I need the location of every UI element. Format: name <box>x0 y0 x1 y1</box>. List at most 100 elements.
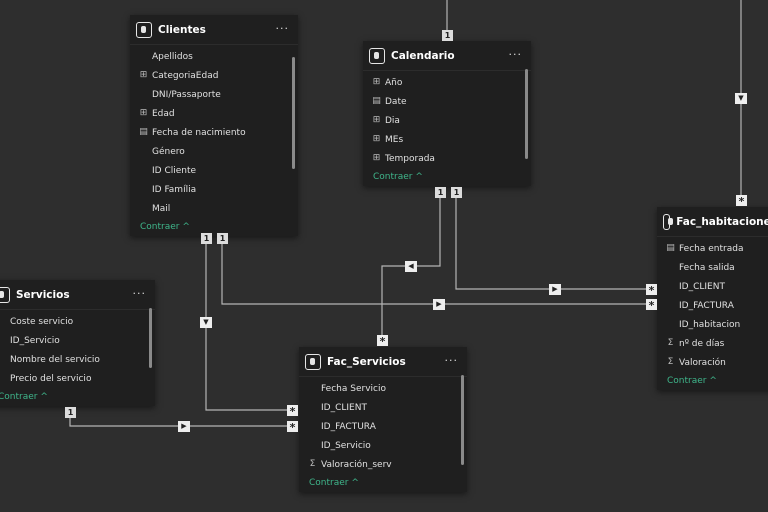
more-options-button[interactable]: ··· <box>276 22 290 35</box>
field-name: Date <box>385 96 407 107</box>
field-row[interactable]: ⊞ Temporada <box>363 149 531 168</box>
table-card-servicios[interactable]: Servicios ··· Coste servicio ID_Servicio Nom… <box>0 280 155 406</box>
more-options-button[interactable]: ··· <box>133 287 147 300</box>
field-row[interactable]: Σ Valoración_serv <box>299 455 467 474</box>
cardinality-many: * <box>287 421 298 434</box>
collapse-button[interactable]: Contraer ^ <box>363 168 531 186</box>
table-card-calendario[interactable]: Calendario ··· ⊞ Año ▤ Date ⊞ Dia ⊞ MEs ⊞ Temporada… <box>363 41 531 186</box>
field-name: ID Cliente <box>152 165 197 176</box>
field-row[interactable]: ID_Servicio <box>0 331 155 350</box>
field-row[interactable]: ⊞ MEs <box>363 130 531 149</box>
cardinality-one: 1 <box>65 407 76 418</box>
relationship-line <box>205 244 287 411</box>
field-name: Coste servicio <box>10 316 74 327</box>
field-row[interactable]: ID Família <box>130 180 298 199</box>
scrollbar[interactable] <box>461 375 464 465</box>
table-title: Fac_habitaciones <box>676 215 768 228</box>
field-name: Fecha entrada <box>679 243 744 254</box>
field-row[interactable]: ID_Servicio <box>299 436 467 455</box>
calendar-icon: ▤ <box>666 243 675 253</box>
field-row[interactable]: ⊞ Edad <box>130 104 298 123</box>
collapse-button[interactable]: Contraer ^ <box>0 388 155 406</box>
collapse-button[interactable]: Contraer ^ <box>130 218 298 236</box>
field-row[interactable]: ⊞ Dia <box>363 111 531 130</box>
relationship-line <box>221 244 646 305</box>
calculated-column-icon: ⊞ <box>372 153 381 163</box>
table-card-clientes[interactable]: Clientes ··· Apellidos ⊞ CategoriaEdad DNI/Pa… <box>130 15 298 236</box>
table-title: Servicios <box>16 288 70 301</box>
field-name: ID_CLIENT <box>321 402 367 413</box>
field-row[interactable]: Σnº de días <box>657 334 768 353</box>
field-name: Fecha Servicio <box>321 383 386 394</box>
scrollbar[interactable] <box>149 308 152 368</box>
table-header[interactable]: Clientes ··· <box>130 15 298 45</box>
table-header[interactable]: Fac_habitaciones <box>657 207 768 237</box>
table-header[interactable]: Fac_Servicios ··· <box>299 347 467 377</box>
table-card-fac-habitaciones[interactable]: Fac_habitaciones ▤ Fecha entrada Fecha sali… <box>657 207 768 390</box>
field-name: ID_FACTURA <box>321 421 376 432</box>
field-name: CategoriaEdad <box>152 70 219 81</box>
filter-direction-right-icon: ▶ <box>178 421 190 432</box>
field-name: ID_CLIENT <box>679 281 725 292</box>
table-icon <box>663 213 674 230</box>
field-name: Temporada <box>385 153 435 164</box>
field-row[interactable]: DNI/Passaporte <box>130 85 298 104</box>
calculated-column-icon: ⊞ <box>372 77 381 87</box>
calculated-column-icon: ⊞ <box>372 115 381 125</box>
field-row[interactable]: Coste servicio <box>0 312 155 331</box>
field-row[interactable]: Precio del servicio <box>0 369 155 388</box>
calculated-column-icon: ⊞ <box>139 108 148 118</box>
field-name: MEs <box>385 134 404 145</box>
field-row[interactable]: Apellidos <box>130 47 298 66</box>
field-name: ID_Servicio <box>321 440 371 451</box>
filter-direction-down-icon: ▼ <box>735 93 747 104</box>
field-row[interactable]: ID_CLIENT <box>657 277 768 296</box>
field-name: Dia <box>385 115 400 126</box>
collapse-button[interactable]: Contraer ^ <box>657 372 768 390</box>
field-row[interactable]: ID_FACTURA <box>657 296 768 315</box>
table-header[interactable]: Calendario ··· <box>363 41 531 71</box>
field-row[interactable]: Género <box>130 142 298 161</box>
field-name: Edad <box>152 108 175 119</box>
table-icon <box>0 286 10 303</box>
table-title: Fac_Servicios <box>327 355 406 368</box>
collapse-button[interactable]: Contraer ^ <box>299 474 467 492</box>
filter-direction-right-icon: ▶ <box>549 284 561 295</box>
table-icon <box>136 21 152 38</box>
field-row[interactable]: Fecha salida <box>657 258 768 277</box>
field-row[interactable]: ⊞ Año <box>363 73 531 92</box>
scrollbar[interactable] <box>525 69 528 159</box>
field-name: Valoración_serv <box>321 459 392 470</box>
scrollbar[interactable] <box>292 57 295 169</box>
more-options-button[interactable]: ··· <box>445 354 459 367</box>
sigma-icon: Σ <box>309 459 316 469</box>
field-name: Valoración <box>679 357 726 368</box>
field-row[interactable]: ID_FACTURA <box>299 417 467 436</box>
filter-direction-left-icon: ◀ <box>405 261 417 272</box>
table-icon <box>305 353 321 370</box>
field-row[interactable]: Mail <box>130 199 298 218</box>
calendar-icon: ▤ <box>372 96 381 106</box>
field-row[interactable]: ID_CLIENT <box>299 398 467 417</box>
field-name: DNI/Passaporte <box>152 89 221 100</box>
field-row[interactable]: ID_habitacion <box>657 315 768 334</box>
field-row[interactable]: Σ Valoración <box>657 353 768 372</box>
field-row[interactable]: ▤ Date <box>363 92 531 111</box>
field-name: Precio del servicio <box>10 373 92 384</box>
field-row[interactable]: Nombre del servicio <box>0 350 155 369</box>
more-options-button[interactable]: ··· <box>509 48 523 61</box>
field-name: Año <box>385 77 403 88</box>
table-icon <box>369 47 385 64</box>
table-header[interactable]: Servicios ··· <box>0 280 155 310</box>
field-row[interactable]: ⊞ CategoriaEdad <box>130 66 298 85</box>
field-row[interactable]: ▤ Fecha entrada <box>657 239 768 258</box>
cardinality-many: * <box>287 405 298 418</box>
field-row[interactable]: Fecha Servicio <box>299 379 467 398</box>
table-card-fac-servicios[interactable]: Fac_Servicios ··· Fecha Servicio ID_CLIENT I… <box>299 347 467 492</box>
field-name: ID_Servicio <box>10 335 60 346</box>
cardinality-one: 1 <box>442 30 453 41</box>
field-name: ID_FACTURA <box>679 300 734 311</box>
field-row[interactable]: ID Cliente <box>130 161 298 180</box>
sigma-icon: Σ <box>667 357 674 367</box>
field-row[interactable]: ▤ Fecha de nacimiento <box>130 123 298 142</box>
